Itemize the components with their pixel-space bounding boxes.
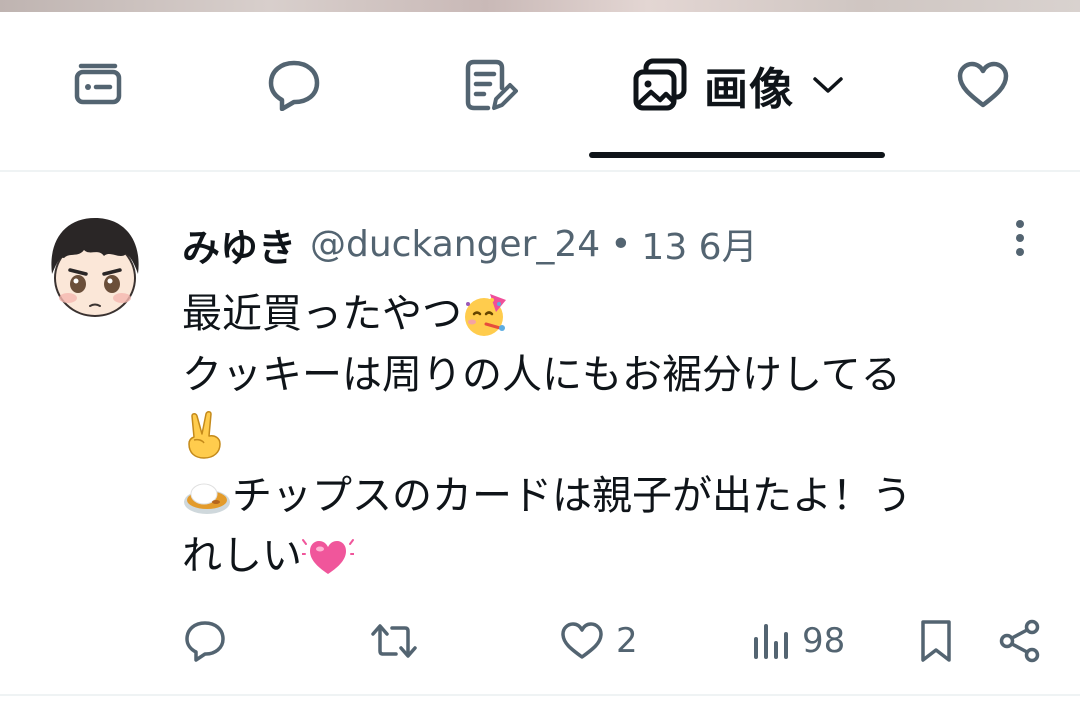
repost-icon bbox=[371, 624, 417, 658]
curry-rice-icon bbox=[184, 483, 230, 514]
tab-media[interactable]: 画像 bbox=[590, 12, 886, 158]
heart-icon bbox=[561, 622, 603, 659]
post-header: みゆき @duckanger_24 • 13 6月 bbox=[182, 218, 758, 270]
post-actions: 2 98 bbox=[0, 616, 1080, 666]
chevron-down-icon[interactable] bbox=[812, 75, 844, 95]
user-handle[interactable]: @duckanger_24 bbox=[310, 224, 600, 265]
post-line-text: れしい bbox=[182, 533, 302, 579]
share-button[interactable] bbox=[998, 616, 1042, 666]
like-count: 2 bbox=[616, 621, 638, 661]
post-date[interactable]: 13 6月 bbox=[641, 218, 757, 270]
post-line: チップスのカードは親子が出たよ！う bbox=[182, 466, 1022, 527]
media-icon bbox=[633, 58, 687, 111]
tab-media-label: 画像 bbox=[704, 64, 794, 115]
post-text: 最近買ったやつ クッキーは周りの人にもお裾分けしてる チップスのカードは親子が出… bbox=[182, 284, 1022, 587]
reply-icon bbox=[185, 621, 225, 662]
views-button[interactable]: 98 bbox=[752, 616, 845, 666]
post-line-text: チップスのカードは親子が出たよ！う bbox=[232, 472, 912, 519]
separator-dot: • bbox=[610, 223, 632, 265]
reply-bubble-icon bbox=[268, 60, 320, 111]
post-line: 最近買ったやつ bbox=[182, 284, 1022, 345]
views-icon bbox=[754, 624, 788, 659]
bookmark-icon bbox=[921, 620, 951, 662]
divider bbox=[0, 694, 1080, 696]
repost-button[interactable] bbox=[370, 616, 418, 666]
post-line-text: クッキーは周りの人にもお裾分けしてる bbox=[182, 351, 901, 398]
post-line: クッキーは周りの人にもお裾分けしてる bbox=[182, 345, 1022, 406]
post[interactable]: みゆき @duckanger_24 • 13 6月 最近買ったやつ クッキーは周… bbox=[0, 172, 1080, 694]
tab-likes[interactable] bbox=[886, 12, 1080, 158]
tab-list[interactable] bbox=[0, 12, 196, 158]
display-name[interactable]: みゆき bbox=[182, 217, 296, 272]
profile-tab-bar: 画像 bbox=[0, 12, 1080, 160]
heart-icon bbox=[957, 61, 1009, 108]
section-gap bbox=[0, 158, 1080, 172]
post-line-text: 最近買ったやつ bbox=[182, 291, 462, 337]
post-line: れしい bbox=[182, 526, 1022, 587]
beating-heart-icon bbox=[302, 539, 354, 575]
tab-articles[interactable] bbox=[392, 12, 590, 158]
post-line bbox=[182, 405, 1022, 466]
reply-button[interactable] bbox=[184, 616, 226, 666]
like-button[interactable]: 2 bbox=[560, 616, 638, 666]
share-icon bbox=[999, 619, 1040, 663]
bookmark-button[interactable] bbox=[918, 616, 954, 666]
list-icon bbox=[74, 63, 122, 105]
more-options-icon[interactable] bbox=[1006, 218, 1034, 258]
victory-hand-icon bbox=[188, 411, 221, 459]
avatar[interactable] bbox=[40, 212, 150, 322]
article-icon bbox=[465, 59, 518, 111]
views-count: 98 bbox=[802, 621, 846, 661]
cover-image-strip bbox=[0, 0, 1080, 12]
tab-replies[interactable] bbox=[196, 12, 392, 158]
partying-face-icon bbox=[465, 294, 506, 337]
